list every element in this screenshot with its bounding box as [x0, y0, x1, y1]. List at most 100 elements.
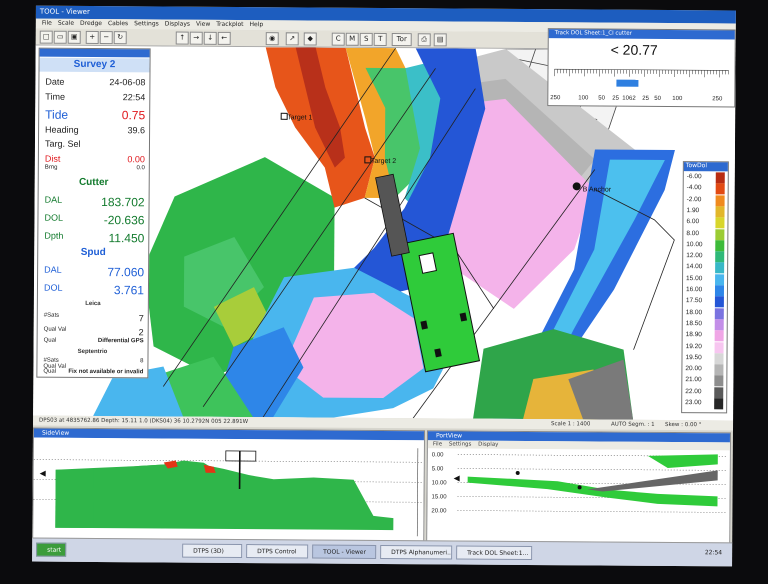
toolbar-button-tor[interactable]: Tor: [391, 33, 412, 47]
spud-dal-row: DAL 77.060: [44, 265, 144, 280]
cutter-dal-value: 183.702: [101, 195, 145, 210]
legend-label: 19.50: [685, 353, 702, 362]
taskbar-item-dtps-3d[interactable]: DTPS (3D): [182, 543, 243, 559]
status-auto: AUTO Segm. : 1: [611, 421, 655, 428]
menu-item-scale[interactable]: Scale: [58, 20, 74, 27]
track-title: Track DOL Sheet:1_Cl cutter: [548, 29, 735, 40]
cutter-title: Cutter: [78, 176, 109, 189]
legend-item: -6.00: [685, 172, 727, 184]
menu-item-cables[interactable]: Cables: [108, 20, 128, 27]
cutter-dol-value: -20.636: [103, 213, 145, 228]
depth-tick: 0.00: [432, 452, 444, 458]
pointer-icon[interactable]: ↗: [285, 32, 299, 46]
portview-menu-settings[interactable]: Settings: [449, 441, 472, 447]
track-scale-label: 50: [654, 96, 661, 102]
survey-title: Survey 2: [39, 57, 150, 73]
menu-item-dredge[interactable]: Dredge: [80, 20, 102, 27]
menu-item-trackplot[interactable]: Trackplot: [216, 21, 243, 28]
taskbar-item-tool-viewer[interactable]: TOOL - Viewer: [312, 544, 377, 559]
zoom-in-icon[interactable]: +: [85, 30, 99, 45]
legend-swatch: [715, 206, 725, 218]
legend-label: 19.20: [685, 342, 702, 350]
menu-item-view[interactable]: View: [196, 21, 210, 28]
legend-item: 21.00: [683, 375, 725, 387]
menu-item-file[interactable]: File: [42, 20, 52, 27]
portview-menu-display[interactable]: Display: [478, 442, 498, 448]
legend-label: -6.00: [686, 173, 702, 181]
legend-item: 22.00: [683, 386, 725, 399]
taskbar-item-dtps-control[interactable]: DTPS Control: [246, 544, 309, 559]
spud-dol-value: 3.761: [113, 283, 145, 298]
legend-label: -2.00: [686, 195, 702, 203]
legend-item: 18.90: [684, 330, 726, 342]
sept-qual-label: Qual: [43, 368, 57, 375]
toolbar-button-s[interactable]: S: [359, 32, 373, 46]
spud-dol-row: DOL 3.761: [44, 283, 145, 298]
brng-value: 0.0: [136, 165, 145, 172]
legend-swatch: [714, 296, 724, 308]
zoom-out-icon[interactable]: −: [99, 31, 113, 45]
legend-label: 8.00: [686, 229, 700, 237]
taskbar: start DTPS (3D) DTPS Control TOOL - View…: [32, 537, 733, 567]
legend-item: 18.50: [684, 319, 726, 331]
legend-label: 1.90: [686, 207, 700, 215]
printer-setup-icon[interactable]: ▤: [433, 33, 447, 47]
legend-label: 14.00: [686, 263, 703, 271]
legend-item: 14.00: [684, 262, 726, 274]
legend-swatch: [715, 217, 725, 229]
track-scale-label: 25: [642, 96, 649, 102]
legend-item: 18.00: [684, 307, 726, 319]
layer-icon[interactable]: ◆: [303, 32, 317, 46]
menu-item-displays[interactable]: Displays: [165, 20, 190, 27]
legend-label: 23.00: [685, 399, 702, 407]
leica-qual-label: Qual: [43, 337, 57, 344]
track-scale-label: 100: [672, 96, 683, 102]
start-button[interactable]: start: [36, 542, 67, 557]
toolbar-button-c[interactable]: C: [331, 32, 345, 46]
leica-qual-value: Differential GPS: [97, 338, 144, 345]
legend-swatch: [715, 240, 725, 252]
leica-qual-row: Qual Differential GPS: [44, 338, 144, 347]
legend-label: 18.50: [685, 319, 703, 328]
rotate-icon[interactable]: ↻: [113, 31, 127, 45]
open-icon[interactable]: ▭: [53, 30, 67, 44]
legend-swatch: [714, 330, 724, 342]
legend-label: 21.00: [685, 376, 702, 384]
arrow-left-icon[interactable]: ←: [217, 31, 231, 45]
arrow-right-icon[interactable]: →: [189, 31, 203, 45]
depth-legend: TowDol -6.00 -4.00 -2.00 1.90 6.00 8.00 10.00 1…: [681, 161, 729, 414]
legend-swatch: [714, 364, 724, 376]
sideview-window: SideView: [32, 427, 425, 543]
legend-label: 12.00: [686, 252, 703, 260]
eye-icon[interactable]: ◉: [265, 32, 279, 46]
track-value: < 20.77: [610, 41, 658, 58]
menu-item-settings[interactable]: Settings: [134, 20, 159, 27]
legend-item: 19.50: [683, 353, 725, 365]
legend-swatch: [714, 386, 724, 399]
toolbar-button-m[interactable]: M: [345, 32, 359, 46]
new-icon[interactable]: □: [39, 30, 53, 44]
taskbar-item-dtps-alpha[interactable]: DTPS Alphanumeri...: [380, 544, 453, 560]
save-icon[interactable]: ▣: [67, 30, 81, 44]
legend-item: 15.00: [684, 273, 726, 286]
depth-tick: 20.00: [431, 508, 447, 514]
taskbar-item-track-dol[interactable]: Track DOL Sheet:1...: [456, 545, 533, 561]
legend-swatch: [715, 172, 725, 184]
toolbar-button-t[interactable]: T: [373, 32, 387, 47]
print-icon[interactable]: ⎙: [417, 33, 431, 47]
heading-value: 39.6: [127, 125, 146, 136]
arrow-up-icon[interactable]: ↑: [175, 31, 189, 45]
dist-label: Dist: [44, 153, 61, 164]
portview-menu-file[interactable]: File: [433, 441, 442, 447]
legend-item: 12.00: [684, 251, 726, 263]
track-scale-label: 100: [578, 95, 589, 101]
menu-item-help[interactable]: Help: [249, 21, 263, 28]
legend-label: 6.00: [686, 218, 700, 226]
arrow-down-icon[interactable]: ↓: [203, 31, 217, 45]
leica-sats-label: #Sats: [43, 312, 60, 319]
leica-sats-row: #Sats 7: [44, 313, 144, 326]
track-scale: 250 100 50 25 1062 25 50 100 250: [550, 68, 729, 102]
target-2-label: Target 2: [371, 158, 396, 165]
time-row: Time 22:54: [45, 92, 145, 105]
legend-item: 8.00: [684, 228, 726, 240]
